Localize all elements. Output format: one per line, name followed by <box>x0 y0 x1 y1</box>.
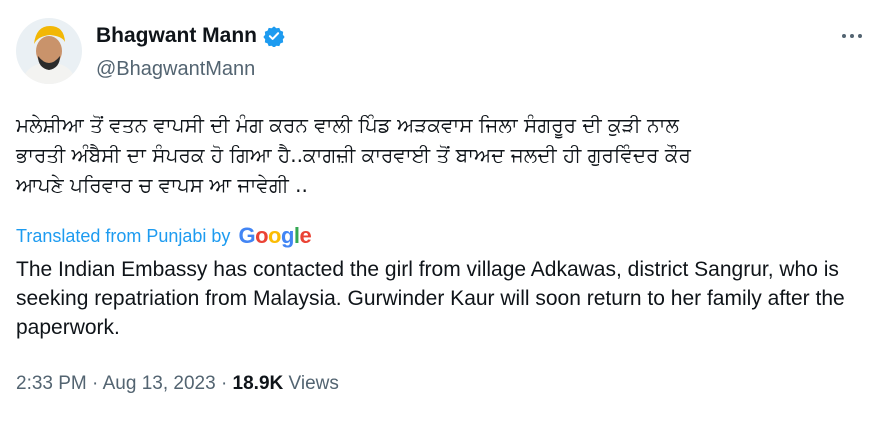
translated-label: Translated from Punjabi by <box>16 225 231 246</box>
tweet-meta: 2:33 PM · Aug 13, 2023 · 18.9K Views <box>16 373 339 395</box>
original-line: ਆਪਣੇ ਪਰਿਵਾਰ ਚ ਵਾਪਸ ਆ ਜਾਵੇਗੀ .. <box>16 173 308 197</box>
tweet-time[interactable]: 2:33 PM <box>16 373 87 394</box>
views-label: Views <box>288 373 339 394</box>
more-options-icon[interactable] <box>842 34 862 38</box>
tweet-translation: The Indian Embassy has contacted the gir… <box>16 258 845 339</box>
translation-attribution[interactable]: Translated from Punjabi by Google <box>16 223 312 249</box>
views-count: 18.9K <box>232 373 284 394</box>
original-line: ਮਲੇਸ਼ੀਆ ਤੋਂ ਵਤਨ ਵਾਪਸੀ ਦੀ ਮੰਗ ਕਰਨ ਵਾਲੀ ਪਿ… <box>16 113 679 137</box>
meta-separator: · <box>92 373 99 394</box>
author-handle[interactable]: @BhagwantMann <box>96 58 255 81</box>
avatar[interactable] <box>16 18 82 84</box>
verified-badge-icon <box>263 26 285 47</box>
original-line: ਭਾਰਤੀ ਅੰਬੈਸੀ ਦਾ ਸੰਪਰਕ ਹੋ ਗਿਆ ਹੈ..ਕਾਗਜ਼ੀ … <box>16 143 691 167</box>
profile-photo <box>16 18 82 84</box>
author-name-row: Bhagwant Mann <box>96 24 285 48</box>
meta-separator: · <box>220 373 228 394</box>
tweet-date[interactable]: Aug 13, 2023 <box>103 373 216 394</box>
tweet-card: Bhagwant Mann @BhagwantMann ਮਲੇਸ਼ੀਆ ਤੋਂ … <box>0 0 888 425</box>
author-name[interactable]: Bhagwant Mann <box>96 24 257 48</box>
google-logo: Google <box>238 223 312 248</box>
tweet-original-text: ਮਲੇਸ਼ੀਆ ਤੋਂ ਵਤਨ ਵਾਪਸੀ ਦੀ ਮੰਗ ਕਰਨ ਵਾਲੀ ਪਿ… <box>16 110 876 200</box>
